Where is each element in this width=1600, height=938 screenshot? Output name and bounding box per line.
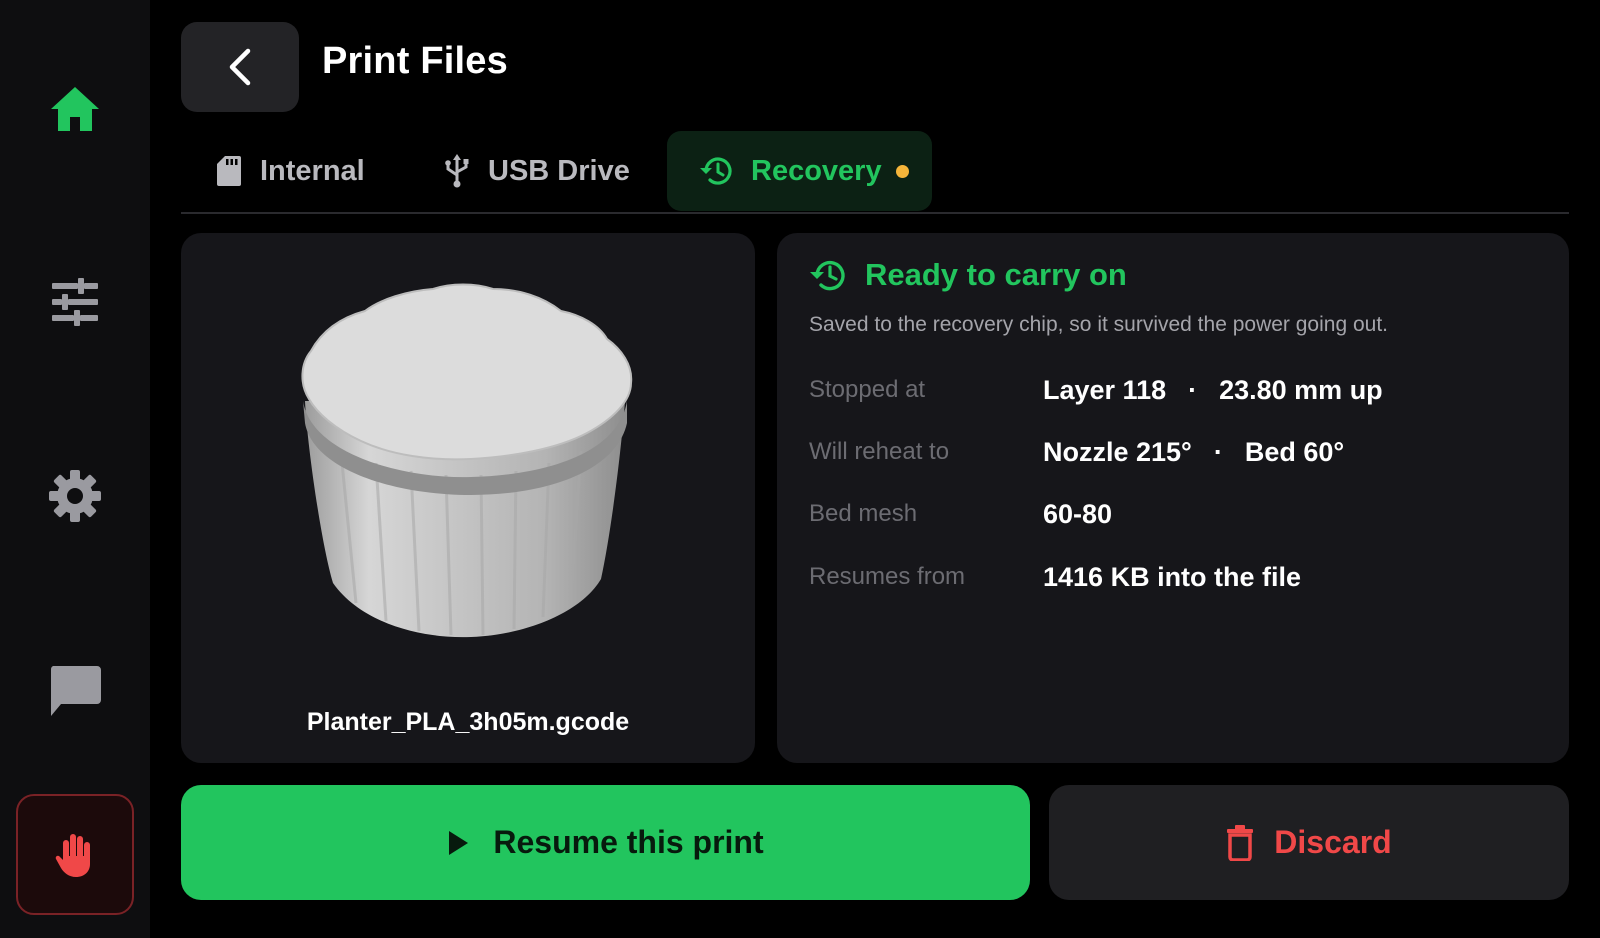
play-icon [447,830,469,856]
sidebar-item-messages[interactable] [16,632,134,750]
nozzle-temp-value: Nozzle 215° [1043,436,1192,467]
chat-icon [50,666,101,716]
info-label: Bed mesh [809,500,918,527]
resume-offset-value: 1416 KB into the file [1043,561,1302,592]
info-row-resumes-from: Resumes from 1416 KB into the file [809,560,1301,594]
resume-label: Resume this print [493,824,764,860]
recovery-indicator-dot [895,164,909,178]
hand-icon [55,833,90,877]
discard-button[interactable]: Discard [1049,785,1569,900]
app-root: Print Files Internal USB Drive Recovery … [0,0,1600,938]
bed-mesh-value: 60-80 [1043,498,1113,529]
info-value: Layer 118 · 23.80 mm up [1043,375,1383,406]
home-icon [51,87,99,131]
emergency-stop-button[interactable] [16,794,134,915]
trash-icon [1226,824,1254,861]
tab-recovery[interactable]: Recovery [667,131,932,211]
discard-label: Discard [1274,824,1392,860]
info-value: Nozzle 215° · Bed 60° [1043,437,1344,468]
info-row-bed-mesh: Bed mesh 60-80 [809,497,1112,531]
height-value: 23.80 mm up [1219,374,1383,405]
recovery-info-card: Ready to carry on Saved to the recovery … [777,233,1569,763]
history-icon [809,257,847,293]
tab-internal[interactable]: Internal [216,131,365,211]
recovery-subtitle: Saved to the recovery chip, so it surviv… [809,313,1388,336]
tab-usb-drive[interactable]: USB Drive [444,131,630,211]
layer-value: Layer 118 [1043,374,1167,405]
page-title: Print Files [322,40,508,82]
recovery-status-title: Ready to carry on [809,257,1127,293]
tab-internal-label: Internal [260,154,365,187]
sd-card-icon [216,155,242,187]
info-row-reheat: Will reheat to Nozzle 215° · Bed 60° [809,435,1344,469]
info-row-stopped-at: Stopped at Layer 118 · 23.80 mm up [809,373,1383,407]
chevron-left-icon [229,48,251,86]
file-preview-card: Planter_PLA_3h05m.gcode [181,233,755,763]
back-button[interactable] [181,22,299,112]
model-thumbnail [301,283,633,638]
tab-recovery-label: Recovery [751,154,882,187]
tab-divider [181,212,1569,214]
value-separator: · [1188,374,1198,405]
sidebar [0,0,150,938]
history-icon [699,155,733,187]
bed-temp-value: Bed 60° [1244,436,1345,467]
gear-icon [49,470,101,522]
resume-print-button[interactable]: Resume this print [181,785,1030,900]
value-separator: · [1213,436,1223,467]
info-label: Resumes from [809,563,966,590]
info-label: Stopped at [809,376,926,403]
recovery-title-text: Ready to carry on [865,257,1127,292]
info-label: Will reheat to [809,438,950,465]
sidebar-item-tune[interactable] [16,243,134,361]
sidebar-item-home[interactable] [16,50,134,168]
tab-usb-drive-label: USB Drive [488,154,630,187]
sidebar-item-settings[interactable] [16,437,134,555]
usb-icon [444,154,470,188]
file-name: Planter_PLA_3h05m.gcode [306,708,630,736]
sliders-icon [52,278,98,326]
